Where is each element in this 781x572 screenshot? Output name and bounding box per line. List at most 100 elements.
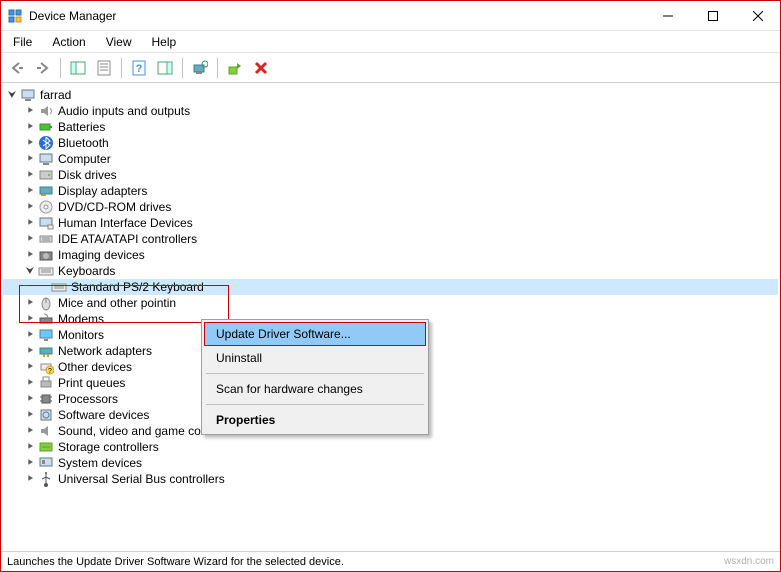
imaging-icon	[38, 247, 54, 263]
expand-arrow-icon[interactable]: ⯈	[23, 296, 37, 310]
expand-arrow-icon[interactable]: ⯈	[23, 376, 37, 390]
menu-view[interactable]: View	[98, 33, 140, 51]
show-hide-console-tree-button[interactable]	[66, 56, 90, 80]
close-button[interactable]	[735, 1, 780, 30]
printer-icon	[38, 375, 54, 391]
toolbar: ?	[1, 53, 780, 83]
tree-item-storage-controllers[interactable]: ⯈ Storage controllers	[3, 439, 778, 455]
action-pane-button[interactable]	[153, 56, 177, 80]
uninstall-button[interactable]	[249, 56, 273, 80]
toolbar-separator	[217, 58, 218, 78]
sound-icon	[38, 423, 54, 439]
toolbar-separator	[121, 58, 122, 78]
expand-arrow-icon[interactable]: ⯈	[23, 184, 37, 198]
software-icon	[38, 407, 54, 423]
ctx-separator	[206, 404, 424, 405]
expand-arrow-icon[interactable]: ⯈	[23, 168, 37, 182]
hid-icon	[38, 215, 54, 231]
expand-arrow-icon[interactable]: ⯈	[23, 408, 37, 422]
modem-icon	[38, 311, 54, 327]
scan-hardware-button[interactable]	[188, 56, 212, 80]
ctx-uninstall[interactable]: Uninstall	[204, 346, 426, 370]
keyboard-icon	[38, 263, 54, 279]
expand-arrow-icon[interactable]: ⯈	[23, 120, 37, 134]
expand-arrow-icon[interactable]: ⮟	[23, 264, 37, 278]
expand-arrow-icon[interactable]: ⯈	[23, 152, 37, 166]
mouse-icon	[38, 295, 54, 311]
expand-arrow-icon[interactable]: ⯈	[23, 216, 37, 230]
tree-item-imaging[interactable]: ⯈ Imaging devices	[3, 247, 778, 263]
expand-arrow-icon[interactable]: ⯈	[23, 248, 37, 262]
system-icon	[38, 455, 54, 471]
update-driver-button[interactable]	[223, 56, 247, 80]
dvd-icon	[38, 199, 54, 215]
computer-icon	[38, 151, 54, 167]
tree-item-audio[interactable]: ⯈ Audio inputs and outputs	[3, 103, 778, 119]
tree-root[interactable]: ⮟ farrad	[3, 87, 778, 103]
svg-text:?: ?	[136, 63, 143, 75]
tree-item-usb[interactable]: ⯈ Universal Serial Bus controllers	[3, 471, 778, 487]
expand-arrow-icon[interactable]: ⮟	[5, 88, 19, 102]
tree-item-bluetooth[interactable]: ⯈ Bluetooth	[3, 135, 778, 151]
expand-arrow-icon[interactable]: ⯈	[23, 104, 37, 118]
expand-arrow-icon[interactable]: ⯈	[23, 440, 37, 454]
ctx-scan[interactable]: Scan for hardware changes	[204, 377, 426, 401]
status-bar: Launches the Update Driver Software Wiza…	[1, 551, 780, 571]
tree-item-display-adapters[interactable]: ⯈ Display adapters	[3, 183, 778, 199]
watermark: wsxdn.com	[724, 556, 774, 567]
title-bar: Device Manager	[1, 1, 780, 31]
tree-item-mice[interactable]: ⯈ Mice and other pointin	[3, 295, 778, 311]
network-icon	[38, 343, 54, 359]
computer-icon	[20, 87, 36, 103]
maximize-button[interactable]	[690, 1, 735, 30]
toolbar-separator	[182, 58, 183, 78]
status-text: Launches the Update Driver Software Wiza…	[7, 556, 344, 568]
tree-item-dvd[interactable]: ⯈ DVD/CD-ROM drives	[3, 199, 778, 215]
svg-text:?: ?	[48, 368, 52, 375]
menu-action[interactable]: Action	[44, 33, 93, 51]
tree-item-ide[interactable]: ⯈ IDE ATA/ATAPI controllers	[3, 231, 778, 247]
expand-arrow-icon[interactable]: ⯈	[23, 136, 37, 150]
window-title: Device Manager	[29, 9, 645, 23]
ide-icon	[38, 231, 54, 247]
expand-arrow-icon[interactable]: ⯈	[23, 456, 37, 470]
properties-button[interactable]	[92, 56, 116, 80]
tree-item-disk-drives[interactable]: ⯈ Disk drives	[3, 167, 778, 183]
usb-icon	[38, 471, 54, 487]
menu-help[interactable]: Help	[144, 33, 185, 51]
expand-arrow-icon[interactable]: ⯈	[23, 424, 37, 438]
expand-arrow-icon[interactable]: ⯈	[23, 360, 37, 374]
device-tree[interactable]: ⮟ farrad ⯈ Audio inputs and outputs ⯈ Ba…	[1, 83, 780, 551]
ctx-update-driver[interactable]: Update Driver Software...	[204, 322, 426, 346]
root-label: farrad	[40, 88, 71, 102]
audio-icon	[38, 103, 54, 119]
tree-item-system-devices[interactable]: ⯈ System devices	[3, 455, 778, 471]
storage-icon	[38, 439, 54, 455]
battery-icon	[38, 119, 54, 135]
expand-arrow-icon[interactable]: ⯈	[23, 344, 37, 358]
expand-arrow-icon[interactable]: ⯈	[23, 328, 37, 342]
tree-item-hid[interactable]: ⯈ Human Interface Devices	[3, 215, 778, 231]
bluetooth-icon	[38, 135, 54, 151]
forward-button[interactable]	[31, 56, 55, 80]
ctx-separator	[206, 373, 424, 374]
context-menu: Update Driver Software... Uninstall Scan…	[201, 319, 429, 435]
toolbar-separator	[60, 58, 61, 78]
tree-item-computer[interactable]: ⯈ Computer	[3, 151, 778, 167]
ctx-properties[interactable]: Properties	[204, 408, 426, 432]
back-button[interactable]	[5, 56, 29, 80]
tree-item-standard-keyboard[interactable]: Standard PS/2 Keyboard	[3, 279, 778, 295]
expand-arrow-icon[interactable]: ⯈	[23, 392, 37, 406]
window-controls	[645, 1, 780, 30]
expand-arrow-icon[interactable]: ⯈	[23, 200, 37, 214]
menu-bar: File Action View Help	[1, 31, 780, 53]
tree-item-batteries[interactable]: ⯈ Batteries	[3, 119, 778, 135]
expand-arrow-icon[interactable]: ⯈	[23, 232, 37, 246]
help-button[interactable]: ?	[127, 56, 151, 80]
display-adapter-icon	[38, 183, 54, 199]
expand-arrow-icon[interactable]: ⯈	[23, 472, 37, 486]
minimize-button[interactable]	[645, 1, 690, 30]
tree-item-keyboards[interactable]: ⮟ Keyboards	[3, 263, 778, 279]
menu-file[interactable]: File	[5, 33, 40, 51]
expand-arrow-icon[interactable]: ⯈	[23, 312, 37, 326]
